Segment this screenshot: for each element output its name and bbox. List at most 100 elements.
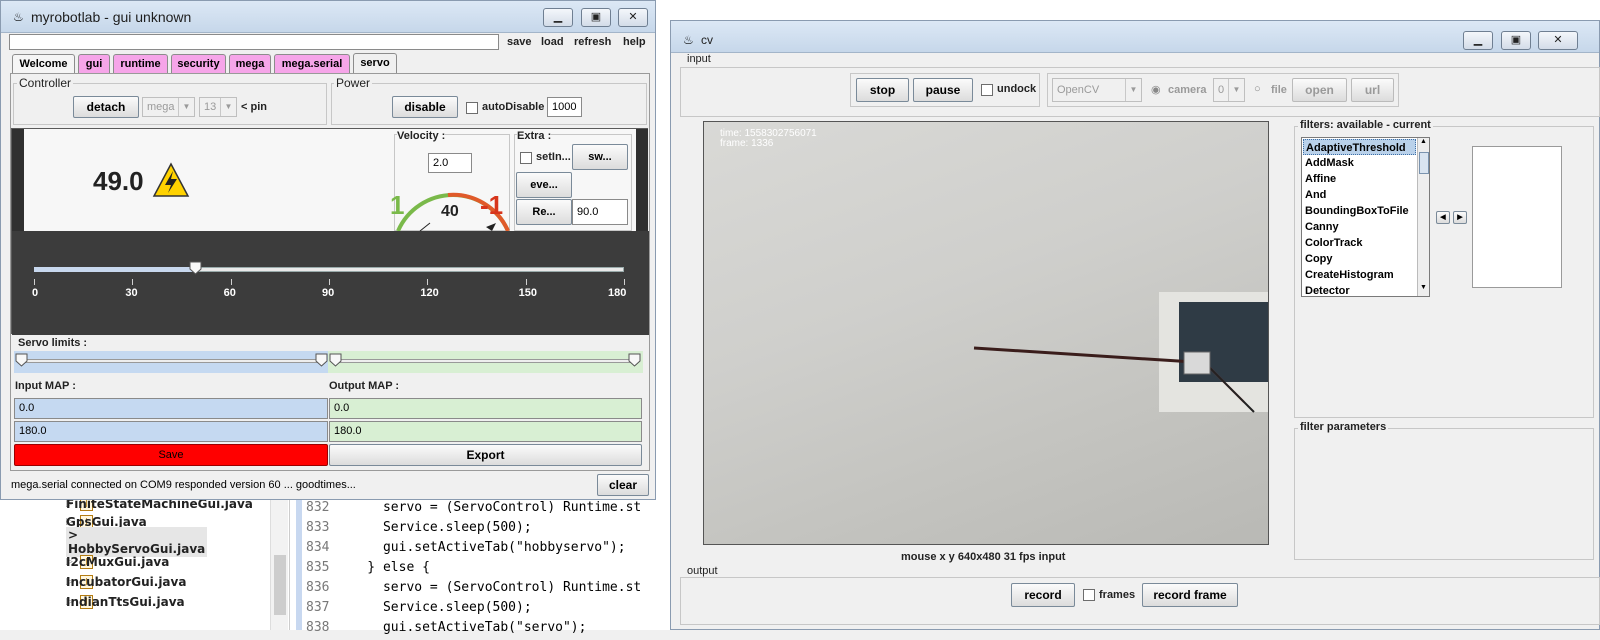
- filter-list-item[interactable]: Affine: [1303, 171, 1416, 187]
- detach-button[interactable]: detach: [73, 96, 139, 118]
- chevron-left-icon: ◀: [1440, 214, 1446, 221]
- output-limits-slider[interactable]: [328, 351, 643, 373]
- stop-button[interactable]: stop: [856, 78, 909, 102]
- input-map-min[interactable]: 0.0: [14, 398, 328, 419]
- tab-mega[interactable]: mega: [229, 54, 271, 73]
- filter-list-item[interactable]: Copy: [1303, 251, 1416, 267]
- scrollbar-thumb[interactable]: [274, 555, 286, 615]
- tree-item[interactable]: ▷ J IncubatorGui.java: [66, 572, 186, 592]
- close-button[interactable]: ✕: [1538, 31, 1578, 50]
- camera-radio[interactable]: ◉: [1151, 83, 1161, 96]
- controller-select[interactable]: mega ▼: [142, 97, 195, 117]
- clear-button[interactable]: clear: [597, 474, 649, 496]
- sweep-button[interactable]: sw...: [572, 144, 628, 170]
- tree-item[interactable]: ▷ J I2cMuxGui.java: [66, 552, 169, 572]
- input-map-max[interactable]: 180.0: [14, 421, 328, 442]
- filter-list-item[interactable]: And: [1303, 187, 1416, 203]
- tick-mark: [34, 279, 35, 285]
- scroll-down-icon[interactable]: ▼: [1420, 284, 1427, 291]
- events-button[interactable]: eve...: [516, 172, 572, 198]
- add-filter-button[interactable]: ▶: [1453, 211, 1467, 224]
- minimize-button[interactable]: ▁: [1463, 31, 1493, 50]
- frames-checkbox[interactable]: [1083, 589, 1095, 601]
- save-button[interactable]: Save: [14, 444, 328, 466]
- gauge-right-value: -1: [480, 190, 504, 220]
- code-line: 837 Service.sleep(500);: [306, 600, 532, 620]
- tree-scrollbar[interactable]: [270, 500, 288, 630]
- undock-checkbox[interactable]: [981, 84, 993, 96]
- record-frame-button[interactable]: record frame: [1142, 583, 1238, 607]
- slider-thumb-icon: [189, 261, 202, 275]
- auto-disable-checkbox[interactable]: [466, 102, 478, 114]
- filter-list-item[interactable]: CreateHistogram: [1303, 267, 1416, 283]
- input-map-label: Input MAP :: [15, 380, 76, 392]
- menu-help[interactable]: help: [623, 36, 646, 48]
- filter-list-item[interactable]: ColorTrack: [1303, 235, 1416, 251]
- setin-checkbox[interactable]: [520, 152, 532, 164]
- velocity-input[interactable]: 2.0: [428, 153, 472, 173]
- open-button[interactable]: open: [1292, 78, 1347, 102]
- output-map-min[interactable]: 0.0: [329, 398, 642, 419]
- menu-refresh[interactable]: refresh: [574, 36, 611, 48]
- code-line: 835 } else {: [306, 560, 430, 580]
- maximize-button[interactable]: ▣: [581, 8, 611, 27]
- scroll-up-icon[interactable]: ▲: [1420, 138, 1427, 145]
- slider-thumb-icon[interactable]: [15, 353, 28, 367]
- pin-label: < pin: [241, 101, 267, 113]
- auto-disable-delay-input[interactable]: 1000: [547, 97, 582, 117]
- input-limits-slider[interactable]: [14, 351, 328, 373]
- tree-item[interactable]: ▷ J IndianTtsGui.java: [66, 592, 185, 612]
- scrollbar-thumb[interactable]: [1419, 152, 1429, 174]
- line-number: 836: [306, 580, 330, 595]
- pause-button[interactable]: pause: [913, 78, 973, 102]
- filters-scrollbar[interactable]: ▲ ▼: [1417, 138, 1429, 296]
- tab-servo[interactable]: servo: [353, 53, 397, 74]
- video-display[interactable]: time: 1558302756071 frame: 1336: [703, 121, 1269, 545]
- url-button[interactable]: url: [1351, 78, 1394, 102]
- position-slider-thumb[interactable]: [189, 261, 202, 275]
- pin-select[interactable]: 13 ▼: [199, 97, 237, 117]
- camera-index-select[interactable]: 0 ▼: [1213, 78, 1245, 102]
- available-filters-list[interactable]: AdaptiveThreshold AddMask Affine And Boundin…: [1301, 137, 1430, 297]
- tab-security[interactable]: security: [171, 54, 226, 73]
- filter-list-item[interactable]: Detector: [1303, 283, 1416, 296]
- tree-item[interactable]: ▷J> HobbyServoGui.java: [66, 527, 208, 557]
- menu-load[interactable]: load: [541, 36, 564, 48]
- tab-mega-serial[interactable]: mega.serial: [274, 54, 350, 73]
- maximize-button[interactable]: ▣: [1501, 31, 1531, 50]
- rest-button[interactable]: Re...: [516, 199, 572, 225]
- record-button[interactable]: record: [1011, 583, 1075, 607]
- output-map-max[interactable]: 180.0: [329, 421, 642, 442]
- current-filters-list[interactable]: [1472, 146, 1562, 288]
- minimize-button[interactable]: ▁: [543, 8, 573, 27]
- rest-position-input[interactable]: 90.0: [572, 199, 628, 225]
- tab-welcome[interactable]: Welcome: [12, 54, 75, 73]
- grabber-select[interactable]: OpenCV ▼: [1052, 78, 1142, 102]
- myrobotlab-window: ♨ myrobotlab - gui unknown ▁ ▣ ✕ save lo…: [0, 0, 656, 500]
- title-bar[interactable]: ♨ myrobotlab - gui unknown ▁ ▣ ✕: [1, 1, 655, 33]
- window-title: cv: [701, 33, 713, 47]
- disable-button[interactable]: disable: [392, 96, 458, 118]
- gauge-mid-value: 40: [441, 203, 459, 220]
- controller-value: mega: [147, 101, 175, 113]
- filter-list-item[interactable]: BoundingBoxToFile: [1303, 203, 1416, 219]
- file-radio[interactable]: ○: [1254, 83, 1261, 95]
- undock-label: undock: [997, 83, 1037, 95]
- grabber-value: OpenCV: [1057, 84, 1100, 96]
- slider-thumb-icon[interactable]: [315, 353, 328, 367]
- menu-save[interactable]: save: [507, 36, 531, 48]
- filters-label: filters: available - current: [1298, 119, 1433, 131]
- camera-label: camera: [1168, 84, 1207, 96]
- tab-runtime[interactable]: runtime: [113, 54, 168, 73]
- tab-gui[interactable]: gui: [78, 54, 110, 73]
- remove-filter-button[interactable]: ◀: [1436, 211, 1450, 224]
- slider-thumb-icon[interactable]: [628, 353, 641, 367]
- slider-thumb-icon[interactable]: [329, 353, 342, 367]
- filter-list-item[interactable]: AddMask: [1303, 155, 1416, 171]
- command-input[interactable]: [9, 34, 499, 50]
- filter-list-item[interactable]: AdaptiveThreshold: [1303, 139, 1416, 155]
- export-button[interactable]: Export: [329, 444, 642, 466]
- title-bar[interactable]: ♨ cv ▁ ▣ ✕: [671, 21, 1599, 53]
- close-button[interactable]: ✕: [618, 8, 648, 27]
- filter-list-item[interactable]: Canny: [1303, 219, 1416, 235]
